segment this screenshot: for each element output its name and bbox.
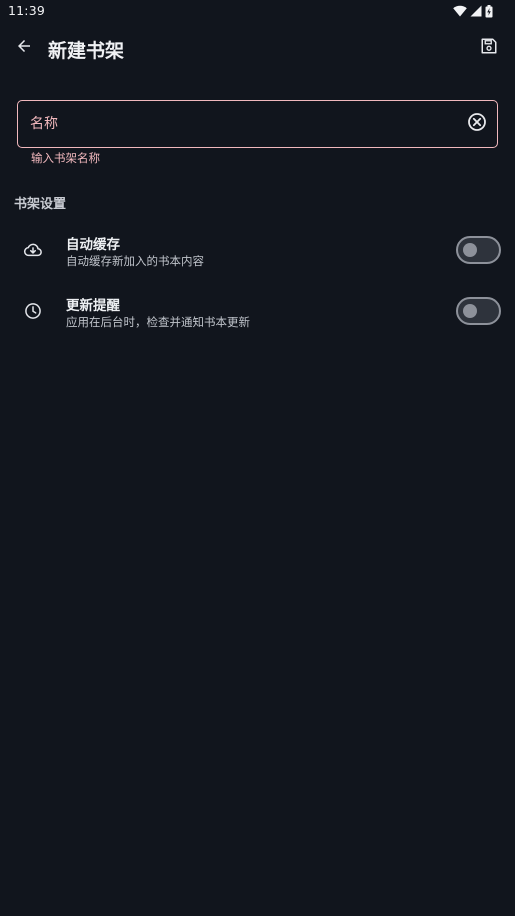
switch-thumb [463, 243, 477, 257]
clear-circle-icon [467, 112, 487, 136]
arrow-left-icon [15, 37, 33, 59]
name-field [17, 100, 498, 148]
cell-signal-icon [470, 5, 482, 17]
clear-button[interactable] [466, 113, 488, 135]
setting-title: 自动缓存 [66, 237, 120, 253]
setting-title: 更新提醒 [66, 298, 120, 314]
switch-thumb [463, 304, 477, 318]
app-bar: 新建书架 [0, 22, 515, 74]
back-button[interactable] [10, 34, 38, 62]
battery-charging-icon [485, 4, 493, 18]
save-icon [480, 37, 498, 59]
clock-icon [22, 300, 44, 322]
setting-update-reminder[interactable]: 更新提醒 应用在后台时，检查并通知书本更新 [0, 283, 515, 341]
auto-cache-switch[interactable] [456, 236, 501, 264]
screen: 11:39 新建书架 名称 输入书架名称 书架设置 自动缓存 自动缓存新加入的书… [0, 0, 515, 916]
name-input[interactable] [30, 101, 460, 146]
page-title: 新建书架 [48, 40, 125, 62]
name-helper-text: 输入书架名称 [31, 151, 100, 165]
update-reminder-switch[interactable] [456, 297, 501, 325]
section-header: 书架设置 [14, 197, 67, 212]
status-icons [453, 4, 493, 18]
setting-subtitle: 自动缓存新加入的书本内容 [66, 254, 204, 268]
setting-subtitle: 应用在后台时，检查并通知书本更新 [66, 315, 250, 329]
wifi-icon [453, 5, 467, 17]
status-time: 11:39 [8, 3, 46, 18]
setting-auto-cache[interactable]: 自动缓存 自动缓存新加入的书本内容 [0, 222, 515, 280]
cloud-download-icon [22, 239, 44, 261]
save-button[interactable] [475, 34, 503, 62]
status-bar: 11:39 [0, 0, 515, 22]
